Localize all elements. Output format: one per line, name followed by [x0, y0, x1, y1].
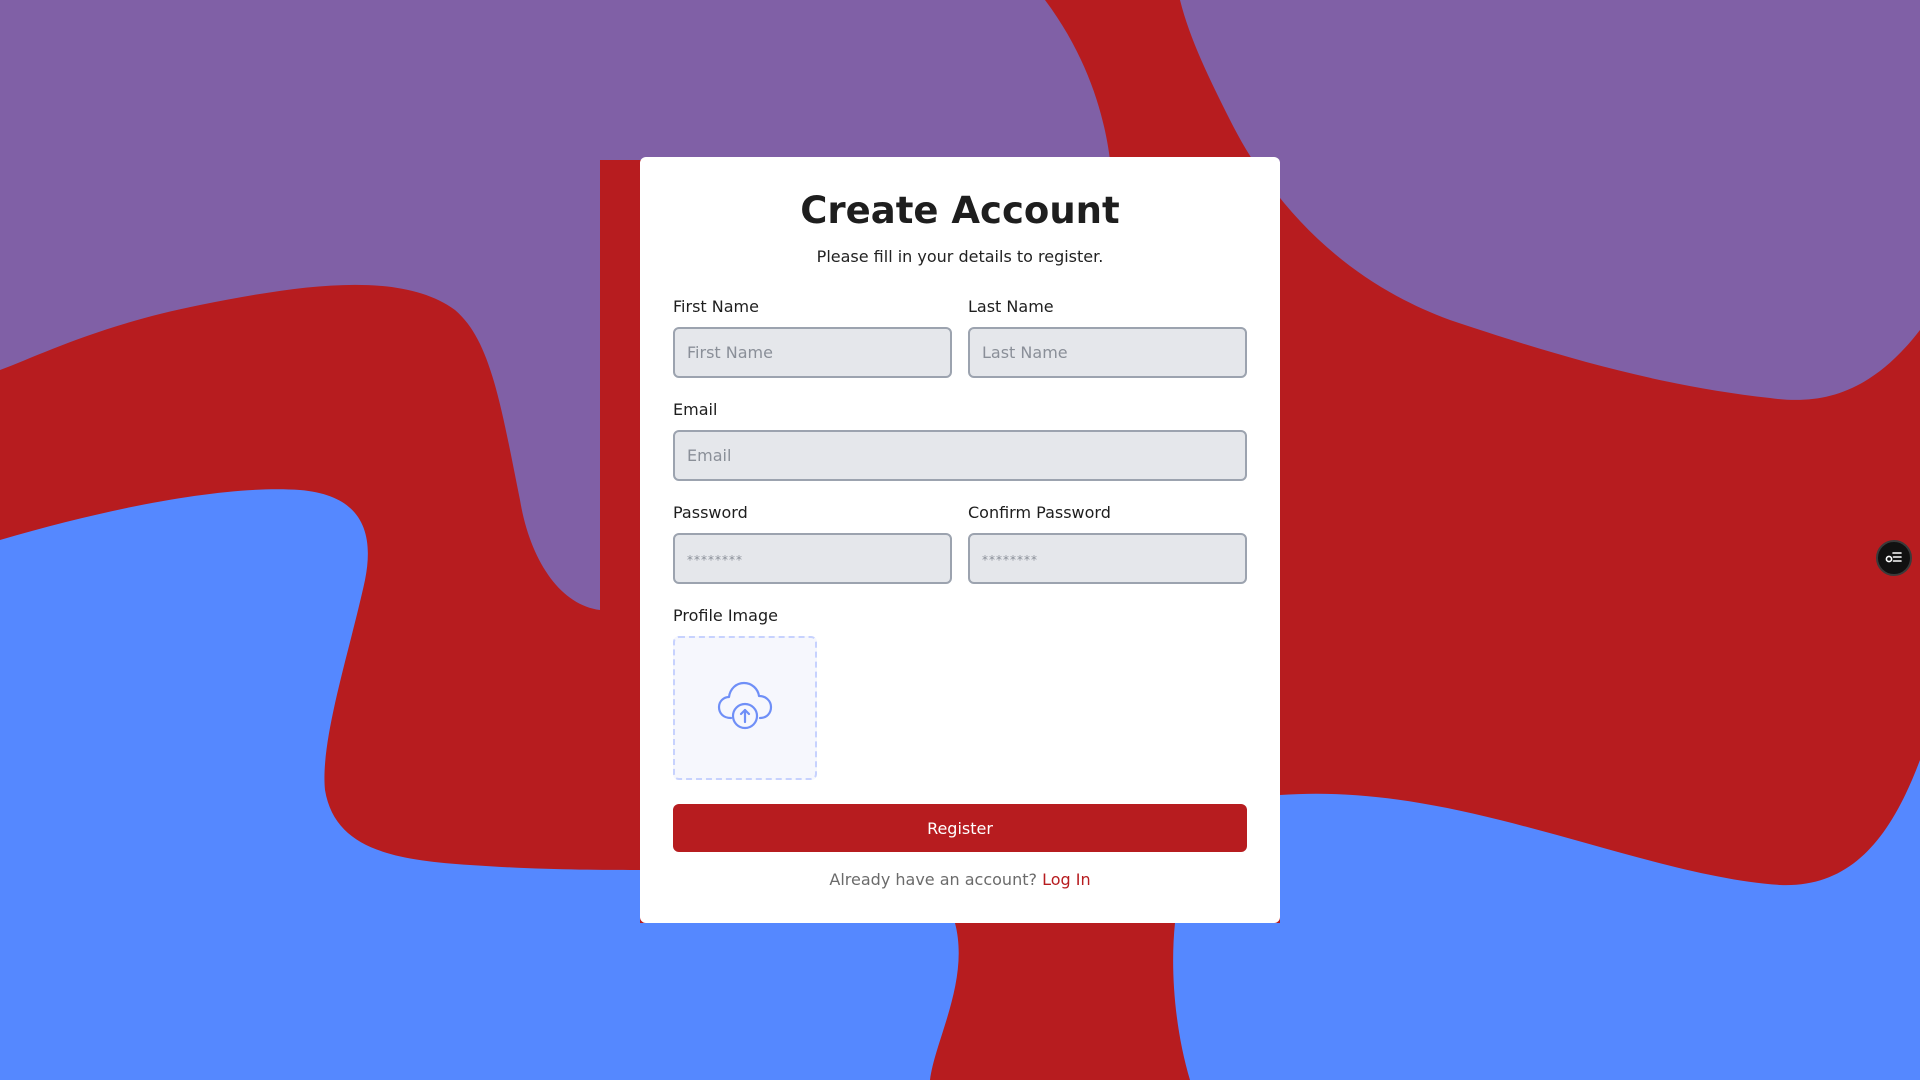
- login-prompt-text: Already have an account?: [829, 870, 1037, 889]
- login-link[interactable]: Log In: [1042, 870, 1091, 889]
- register-row: Register: [673, 804, 1247, 852]
- profile-image-upload[interactable]: [673, 636, 817, 780]
- confirm-password-input[interactable]: [968, 533, 1247, 584]
- page-title: Create Account: [800, 189, 1120, 232]
- last-name-input[interactable]: [968, 327, 1247, 378]
- email-input[interactable]: [673, 430, 1247, 481]
- confirm-password-label: Confirm Password: [968, 503, 1111, 522]
- page-background: Create Account Please fill in your detai…: [0, 0, 1920, 1080]
- password-label: Password: [673, 503, 748, 522]
- page-subtitle: Please fill in your details to register.: [816, 247, 1104, 266]
- profile-image-field: Profile Image: [673, 606, 1247, 780]
- email-row: Email: [673, 400, 1247, 481]
- email-field: Email: [673, 400, 1247, 481]
- first-name-field: First Name: [673, 297, 952, 378]
- password-field: Password: [673, 503, 952, 584]
- register-button[interactable]: Register: [673, 804, 1247, 852]
- first-name-label: First Name: [673, 297, 759, 316]
- register-card: Create Account Please fill in your detai…: [640, 157, 1280, 923]
- settings-list-icon: [1885, 549, 1903, 568]
- login-prompt: Already have an account? Log In: [673, 870, 1247, 890]
- email-label: Email: [673, 400, 718, 419]
- password-input[interactable]: [673, 533, 952, 584]
- floating-settings-button[interactable]: [1876, 540, 1912, 576]
- confirm-password-field: Confirm Password: [968, 503, 1247, 584]
- name-row: First Name Last Name: [673, 297, 1247, 378]
- first-name-input[interactable]: [673, 327, 952, 378]
- password-row: Password Confirm Password: [673, 503, 1247, 584]
- cloud-upload-icon: [715, 678, 775, 738]
- last-name-field: Last Name: [968, 297, 1247, 378]
- profile-image-label: Profile Image: [673, 606, 778, 625]
- last-name-label: Last Name: [968, 297, 1054, 316]
